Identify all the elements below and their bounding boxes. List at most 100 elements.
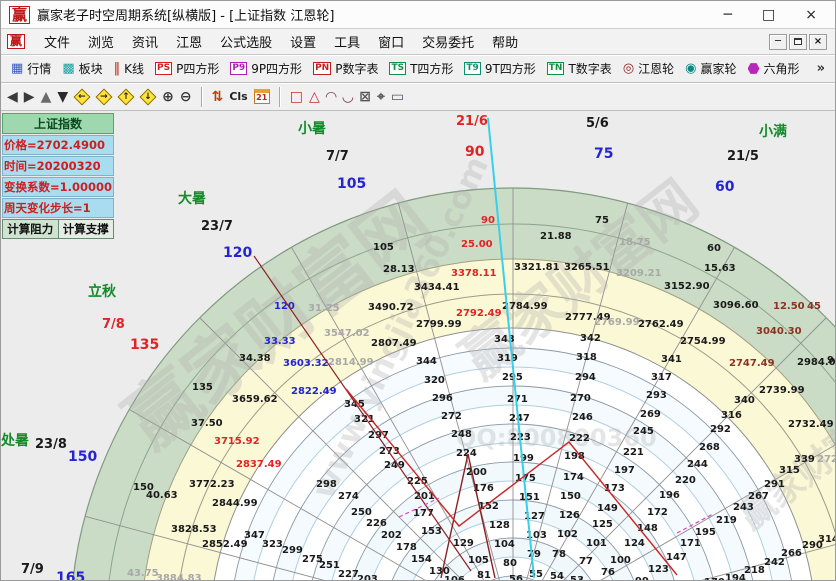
toolbar-button-draw-arc-down[interactable]: ◡ <box>343 89 354 105</box>
wheel-value-label: 126 <box>559 510 580 521</box>
wheel-value-label: 3772.23 <box>189 479 235 490</box>
toolbar-button-hexagon[interactable]: 六角形 <box>744 58 804 79</box>
wheel-outer-label: 105 <box>337 176 366 192</box>
mdi-close-button[interactable]: × <box>809 34 827 50</box>
wheel-value-label: 12.50 <box>773 301 805 312</box>
toolbar-button-sectors[interactable]: ▩板块 <box>58 58 106 79</box>
title-bar: 赢 赢家老子时空周期系统[纵横版] - [上证指数 江恩轮] ─ □ × <box>1 1 836 29</box>
toolbar-button-flip-updown[interactable]: ⇅ <box>212 89 224 105</box>
hexagon-icon <box>748 63 760 75</box>
toolbar-button-shift-left[interactable]: ← <box>74 88 91 105</box>
toolbar-button-clear[interactable]: Cls <box>229 90 247 103</box>
wheel-value-label: 3265.51 <box>564 262 610 273</box>
toolbar-button-kline[interactable]: ‖K线 <box>110 58 148 79</box>
calc-resistance-button[interactable]: 计算阻力 <box>2 219 59 239</box>
toolbar-label-quotes: 行情 <box>27 60 51 77</box>
menu-item-3[interactable]: 江恩 <box>167 30 211 53</box>
menu-item-4[interactable]: 公式选股 <box>211 30 281 53</box>
application-window: 赢 赢家老子时空周期系统[纵横版] - [上证指数 江恩轮] ─ □ × 赢 文… <box>0 0 836 581</box>
toolbar-button-gann-wheel[interactable]: ◎江恩轮 <box>619 58 678 79</box>
toolbar-button-calendar[interactable]: 21 <box>254 89 270 104</box>
wheel-value-label: 291 <box>764 479 785 490</box>
toolbar-button-winner-wheel[interactable]: ◉赢家轮 <box>681 58 740 79</box>
toolbar-button-shift-up[interactable]: ↑ <box>118 88 135 105</box>
menu-bar: 赢 文件浏览资讯江恩公式选股设置工具窗口交易委托帮助 ─ × <box>1 29 836 55</box>
close-button[interactable]: × <box>805 5 817 25</box>
9t-square-icon: T9 <box>464 62 480 75</box>
wheel-value-label: 197 <box>614 465 635 476</box>
wheel-value-label: 221 <box>623 447 644 458</box>
wheel-value-label: 2769.99 <box>594 317 640 328</box>
toolbar-button-crosshair[interactable]: ⌖ <box>377 89 385 105</box>
menu-item-7[interactable]: 窗口 <box>369 30 413 53</box>
toolbar-button-9p-square[interactable]: P99P四方形 <box>226 58 306 79</box>
wheel-value-label: 3603.32 <box>283 358 329 369</box>
toolbar-button-t-square[interactable]: TST四方形 <box>385 58 457 79</box>
wheel-value-label: 242 <box>764 557 785 568</box>
wheel-value-label: 292 <box>710 424 731 435</box>
wheel-value-label: 3547.02 <box>324 328 370 339</box>
wheel-value-label: 128 <box>489 520 510 531</box>
minimize-button[interactable]: ─ <box>724 5 732 25</box>
toolbar-button-t-table[interactable]: TNT数字表 <box>543 58 616 79</box>
toolbar-button-delete-box[interactable]: ⊠ <box>359 89 371 105</box>
wheel-value-label: 75 <box>595 215 609 226</box>
wheel-value-label: 199 <box>513 453 534 464</box>
shift-down-icon: ↓ <box>144 91 152 101</box>
table-grid-icon: ▦ <box>11 62 23 76</box>
wheel-value-label: 2739.99 <box>759 385 805 396</box>
toolbar-button-prev[interactable]: ◀ <box>7 89 18 105</box>
menu-item-1[interactable]: 浏览 <box>79 30 123 53</box>
wheel-value-label: 174 <box>563 472 584 483</box>
toolbar-button-quotes[interactable]: ▦ 行情 <box>7 58 55 79</box>
toolbar-button-p-square[interactable]: PSP四方形 <box>151 58 223 79</box>
wheel-value-label: 18.75 <box>619 237 651 248</box>
wheel-value-label: 343 <box>494 334 515 345</box>
toolbar-button-screen[interactable]: ▭ <box>391 89 404 105</box>
toolbar-button-draw-triangle[interactable]: △ <box>309 89 320 105</box>
wheel-value-label: 218 <box>744 565 765 576</box>
wheel-value-label: 341 <box>661 354 682 365</box>
menu-item-8[interactable]: 交易委托 <box>413 30 483 53</box>
wheel-value-label: 178 <box>396 542 417 553</box>
toolbar-button-p-table[interactable]: PNP数字表 <box>309 58 382 79</box>
mdi-restore-button[interactable] <box>789 34 807 50</box>
toolbar-button-next[interactable]: ▶ <box>24 89 35 105</box>
wheel-value-label: 200 <box>466 467 487 478</box>
toolbar-button-up-step[interactable]: ▲ <box>41 89 52 105</box>
toolbar-button-draw-rect[interactable]: □ <box>290 89 303 105</box>
mdi-minimize-button[interactable]: ─ <box>769 34 787 50</box>
menu-item-2[interactable]: 资讯 <box>123 30 167 53</box>
toolbar-button-draw-arc-up[interactable]: ◠ <box>326 89 337 105</box>
wheel-outer-label: 60 <box>715 179 735 195</box>
wheel-value-label: 195 <box>695 527 716 538</box>
menu-item-0[interactable]: 文件 <box>35 30 79 53</box>
wheel-value-label: 76 <box>601 567 615 578</box>
wheel-outer-label: 21/5 <box>727 149 759 164</box>
toolbar-overflow-chevron[interactable]: » <box>817 61 831 76</box>
maximize-button[interactable]: □ <box>762 5 775 25</box>
wheel-value-label: 251 <box>319 560 340 571</box>
wheel-value-label: 125 <box>592 519 613 530</box>
wheel-value-label: 2844.99 <box>212 498 258 509</box>
wheel-value-label: 33.33 <box>264 336 296 347</box>
toolbar-button-down-step[interactable]: ▼ <box>57 89 68 105</box>
wheel-value-label: 104 <box>494 539 515 550</box>
toolbar-button-9t-square[interactable]: T99T四方形 <box>460 58 539 79</box>
toolbar-button-zoom-out[interactable]: ⊖ <box>180 89 192 105</box>
menu-item-5[interactable]: 设置 <box>281 30 325 53</box>
calc-support-button[interactable]: 计算支撑 <box>59 219 115 239</box>
wheel-value-label: 151 <box>519 492 540 503</box>
wheel-value-label: 149 <box>597 503 618 514</box>
menu-item-9[interactable]: 帮助 <box>483 30 527 53</box>
wheel-value-label: 248 <box>451 429 472 440</box>
wheel-value-label: 317 <box>651 372 672 383</box>
toolbar-button-shift-right[interactable]: → <box>96 88 113 105</box>
menu-item-6[interactable]: 工具 <box>325 30 369 53</box>
wheel-value-label: 3490.72 <box>368 302 414 313</box>
wheel-value-label: 224 <box>456 448 477 459</box>
toolbar-button-shift-down[interactable]: ↓ <box>140 88 157 105</box>
wheel-value-label: 15.63 <box>704 263 736 274</box>
toolbar-button-zoom-in[interactable]: ⊕ <box>162 89 174 105</box>
toolbar-label-9p-square: 9P四方形 <box>251 60 302 77</box>
